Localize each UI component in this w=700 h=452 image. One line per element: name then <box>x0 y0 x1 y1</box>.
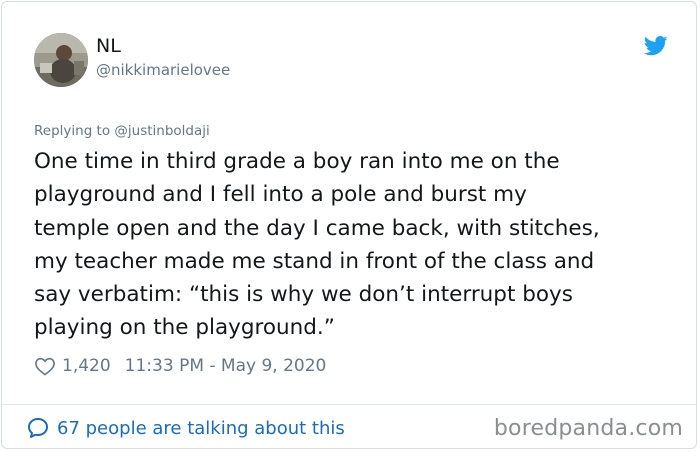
tweet-text-line: playground and I fell into a pole and bu… <box>34 182 527 208</box>
tweet-text-line: One time in third grade a boy ran into m… <box>34 149 560 174</box>
avatar[interactable] <box>34 33 88 87</box>
watermark: boredpanda.com <box>493 416 683 441</box>
talking-about-link[interactable]: 67 people are talking about this <box>26 415 345 441</box>
tweet-text-line: playing on the playground.” <box>34 315 335 341</box>
heart-icon[interactable] <box>34 356 56 376</box>
like-count[interactable]: 1,420 <box>62 356 111 376</box>
tweet-text-line: my teacher made me stand in front of the… <box>34 248 595 274</box>
tweet-text-line: say verbatim: “this is why we don’t inte… <box>34 282 573 308</box>
twitter-bird-icon[interactable] <box>644 36 668 56</box>
user-handle[interactable]: @nikkimarielovee <box>96 60 230 80</box>
speech-bubble-icon <box>28 418 48 438</box>
talking-about-label: 67 people are talking about this <box>57 417 345 439</box>
profile-photo-icon <box>34 33 88 87</box>
divider <box>2 404 696 405</box>
tweet-meta: 1,420 11:33 PM - May 9, 2020 <box>34 353 326 379</box>
replying-to[interactable]: Replying to @justinboldaji <box>34 122 210 140</box>
tweet-text-line: temple open and the day I came back, wit… <box>34 215 600 241</box>
timestamp[interactable]: 11:33 PM - May 9, 2020 <box>125 356 327 376</box>
tweet-text: One time in third grade a boy ran into m… <box>34 145 674 345</box>
tweet-card: NL @nikkimarielovee Replying to @justinb… <box>1 1 697 449</box>
display-name[interactable]: NL <box>96 34 121 58</box>
